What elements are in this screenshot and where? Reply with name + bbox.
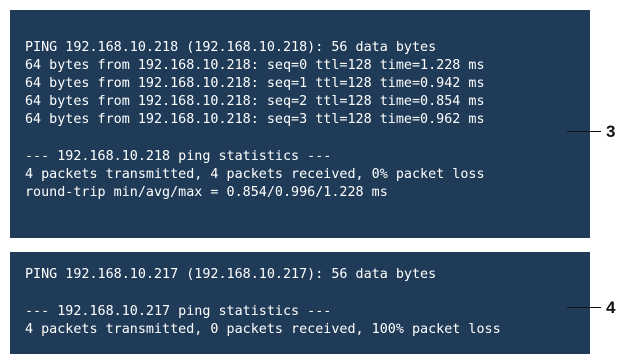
ping-reply-line: 64 bytes from 192.168.10.218: seq=0 ttl=… <box>25 58 485 73</box>
callout-number-3: 3 <box>606 122 616 141</box>
ping-reply-line: 64 bytes from 192.168.10.218: seq=3 ttl=… <box>25 112 485 127</box>
ping-header-line: PING 192.168.10.217 (192.168.10.217): 56… <box>25 267 437 282</box>
callout-line-3 <box>567 131 601 132</box>
ping-round-trip-summary: round-trip min/avg/max = 0.854/0.996/1.2… <box>25 185 388 200</box>
terminal-output-panel-1: PING 192.168.10.218 (192.168.10.218): 56… <box>10 10 590 238</box>
callout-number-4: 4 <box>606 298 616 317</box>
ping-statistics-header: --- 192.168.10.218 ping statistics --- <box>25 149 332 164</box>
ping-packet-summary: 4 packets transmitted, 4 packets receive… <box>25 167 485 182</box>
ping-reply-line: 64 bytes from 192.168.10.218: seq=2 ttl=… <box>25 94 485 109</box>
ping-reply-line: 64 bytes from 192.168.10.218: seq=1 ttl=… <box>25 76 485 91</box>
terminal-output-panel-2: PING 192.168.10.217 (192.168.10.217): 56… <box>10 252 590 354</box>
ping-packet-summary: 4 packets transmitted, 0 packets receive… <box>25 322 501 337</box>
ping-header-line: PING 192.168.10.218 (192.168.10.218): 56… <box>25 40 437 55</box>
ping-statistics-header: --- 192.168.10.217 ping statistics --- <box>25 304 332 319</box>
callout-line-4 <box>567 307 601 308</box>
